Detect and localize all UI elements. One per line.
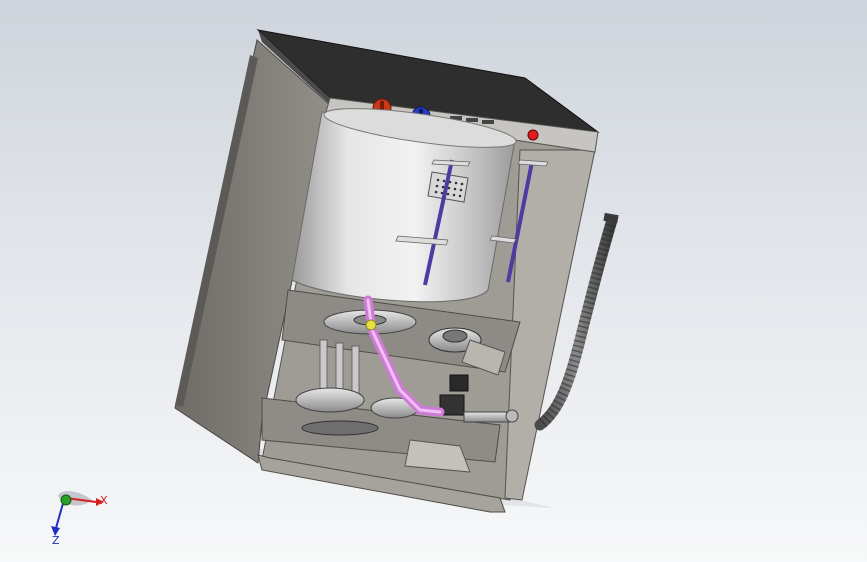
coordinate-triad: X Z	[51, 491, 108, 547]
triad-y-origin	[60, 494, 72, 506]
triad-z-label: Z	[52, 534, 60, 547]
model-scene: X Z	[51, 29, 619, 547]
indicator-light	[527, 129, 539, 141]
pulley-lower	[295, 387, 365, 413]
triad-x-label: X	[100, 494, 108, 507]
valve-handle	[505, 409, 519, 423]
motor-gear-inner	[442, 329, 468, 343]
valve-upper	[449, 374, 469, 392]
cad-viewport[interactable]: X Z	[0, 0, 867, 562]
valve-stem	[463, 411, 511, 423]
pipe-joint	[365, 319, 377, 331]
drain-hose-end	[603, 212, 619, 224]
pulley-bottom	[301, 420, 379, 436]
